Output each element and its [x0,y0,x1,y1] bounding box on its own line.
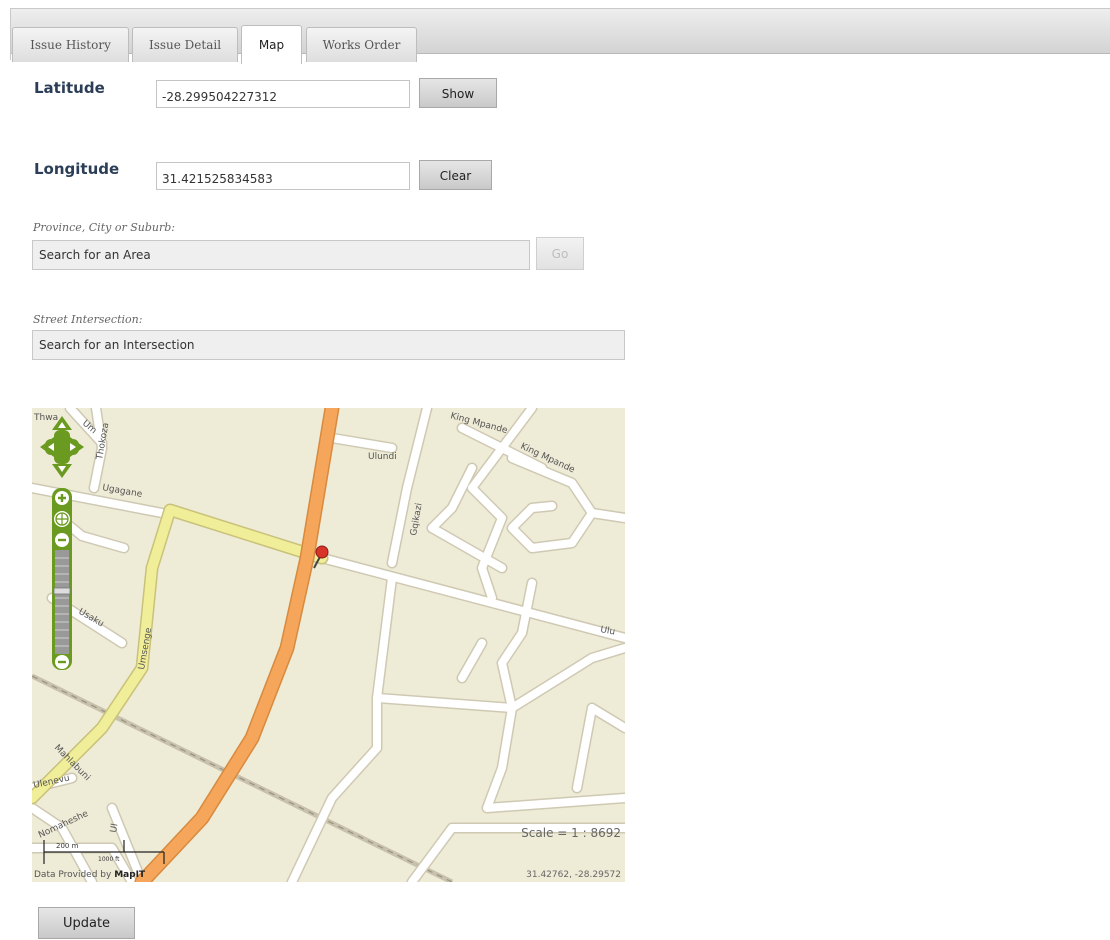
longitude-label: Longitude [34,160,120,178]
map-view[interactable]: Thwa Um Thokoza Ulundi King Mpande King … [32,408,625,882]
tab-issue-history[interactable]: Issue History [12,27,129,62]
map-credit-brand: MapIT [114,870,146,880]
area-search-label: Province, City or Suburb: [33,221,175,234]
go-button[interactable]: Go [536,237,584,270]
map-credit: Data Provided by MapIT [34,870,145,880]
pan-control[interactable] [40,416,84,478]
longitude-input[interactable]: 31.421525834583 [156,162,410,190]
tab-bar: Issue History Issue Detail Map Works Ord… [11,9,1110,64]
street-label: Thwa [33,413,58,423]
show-button[interactable]: Show [419,78,497,108]
intersection-search-input[interactable]: Search for an Intersection [32,330,625,360]
tab-issue-detail[interactable]: Issue Detail [132,27,238,62]
clear-button[interactable]: Clear [419,160,492,190]
zoom-control[interactable] [52,488,72,670]
latitude-input[interactable]: -28.299504227312 [156,80,410,108]
update-button[interactable]: Update [38,907,135,939]
street-label: Ul [109,823,120,834]
scale-bar-imperial: 1000 ft [98,856,120,863]
scale-bar-metric: 200 m [56,842,79,850]
map-coordinates: 31.42762, -28.29572 [526,870,621,880]
zoom-slider-handle[interactable] [53,587,71,595]
street-label: Gqikazi [409,502,425,536]
area-search-input[interactable]: Search for an Area [32,240,530,270]
latitude-label: Latitude [34,79,105,97]
map-canvas[interactable]: Thwa Um Thokoza Ulundi King Mpande King … [32,408,625,882]
street-label: Ulundi [368,452,397,462]
tab-works-order[interactable]: Works Order [306,27,417,62]
map-scale-text: Scale = 1 : 8692 [521,826,621,840]
location-marker-icon[interactable] [315,545,329,559]
map-credit-prefix: Data Provided by [34,870,115,880]
intersection-search-label: Street Intersection: [33,313,143,326]
tab-map[interactable]: Map [241,25,302,64]
